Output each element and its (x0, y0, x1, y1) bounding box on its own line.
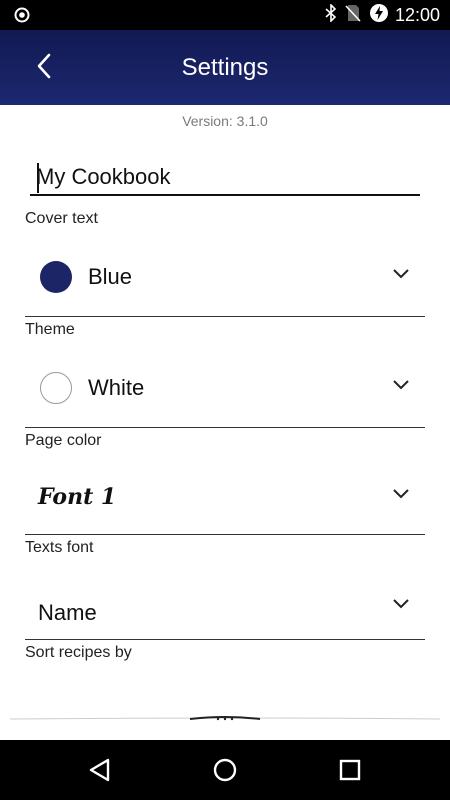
navigation-bar (0, 740, 450, 800)
chevron-down-icon (391, 487, 411, 501)
page-color-dropdown[interactable]: White (25, 356, 425, 428)
status-icons: 12:00 (317, 0, 440, 30)
theme-label: Theme (25, 321, 75, 338)
status-bar: 12:00 (0, 0, 450, 30)
page-title: Settings (181, 53, 269, 81)
back-button[interactable] (22, 46, 66, 90)
sort-label: Sort recipes by (25, 644, 132, 661)
chevron-down-icon (391, 378, 411, 392)
text-cursor (37, 163, 39, 193)
texts-font-label: Texts font (25, 539, 94, 556)
cover-text-input[interactable] (30, 160, 420, 196)
bluetooth-icon (325, 2, 337, 27)
record-icon (14, 7, 30, 23)
recents-square-icon[interactable] (334, 754, 366, 786)
version-text: Version: 3.1.0 (182, 113, 268, 129)
chevron-down-icon (391, 267, 411, 281)
texts-font-value: Font 1 (38, 484, 117, 510)
sort-dropdown[interactable]: Name (25, 575, 425, 640)
page-color-label: Page color (25, 432, 102, 449)
cover-text-label: Cover text (25, 210, 98, 227)
texts-font-dropdown[interactable]: Font 1 (25, 465, 425, 535)
page-color-value: White (88, 375, 145, 400)
no-sim-icon (345, 4, 361, 27)
back-triangle-icon[interactable] (84, 754, 116, 786)
battery-charging-icon (369, 3, 389, 28)
app-bar: Settings (0, 30, 450, 105)
theme-value: Blue (88, 264, 133, 289)
home-circle-icon[interactable] (209, 754, 241, 786)
chevron-down-icon (391, 597, 411, 611)
chevron-left-icon (36, 53, 52, 84)
theme-dropdown[interactable]: Blue (25, 245, 425, 317)
theme-color-swatch (40, 261, 72, 293)
decorative-divider (0, 712, 450, 722)
status-time: 12:00 (394, 4, 440, 25)
sort-value: Name (38, 600, 97, 625)
page-color-swatch (40, 372, 72, 404)
